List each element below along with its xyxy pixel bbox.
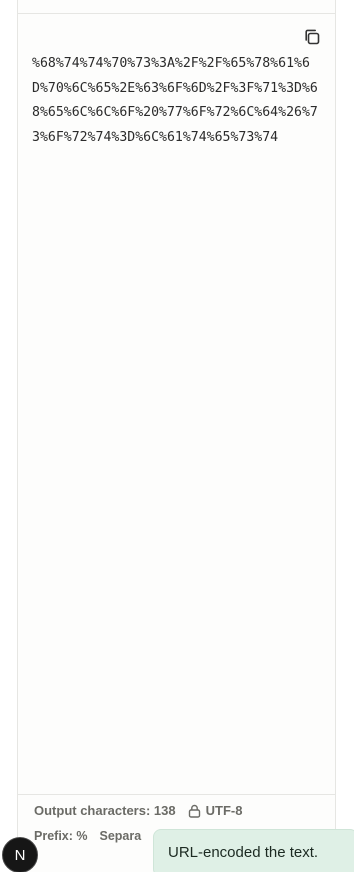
encoding-label: UTF-8 [205,803,243,818]
output-stats: Output characters: 138 UTF-8 [34,803,242,818]
output-panel: %68%74%74%70%73%3A%2F%2F%65%78%61%6D%70%… [17,0,336,872]
encoding-options-summary: Prefix: % Separa [34,829,141,843]
copy-button[interactable] [301,26,323,48]
success-toast: URL-encoded the text. [153,829,354,872]
toast-message: URL-encoded the text. [168,844,319,861]
badge-letter: N [14,846,26,864]
prefix-label: Prefix: % [34,829,88,843]
url-encoder-page: %68%74%74%70%73%3A%2F%2F%65%78%61%6D%70%… [0,0,354,872]
footer-divider [18,794,335,795]
encoded-output-text[interactable]: %68%74%74%70%73%3A%2F%2F%65%78%61%6D%70%… [32,52,324,150]
top-divider [18,13,335,14]
lock-icon [188,804,201,818]
separator-label: Separa [99,829,142,843]
output-characters-count: Output characters: 138 [34,803,176,818]
copy-icon [303,28,321,46]
dev-tools-badge[interactable]: N [2,837,38,872]
